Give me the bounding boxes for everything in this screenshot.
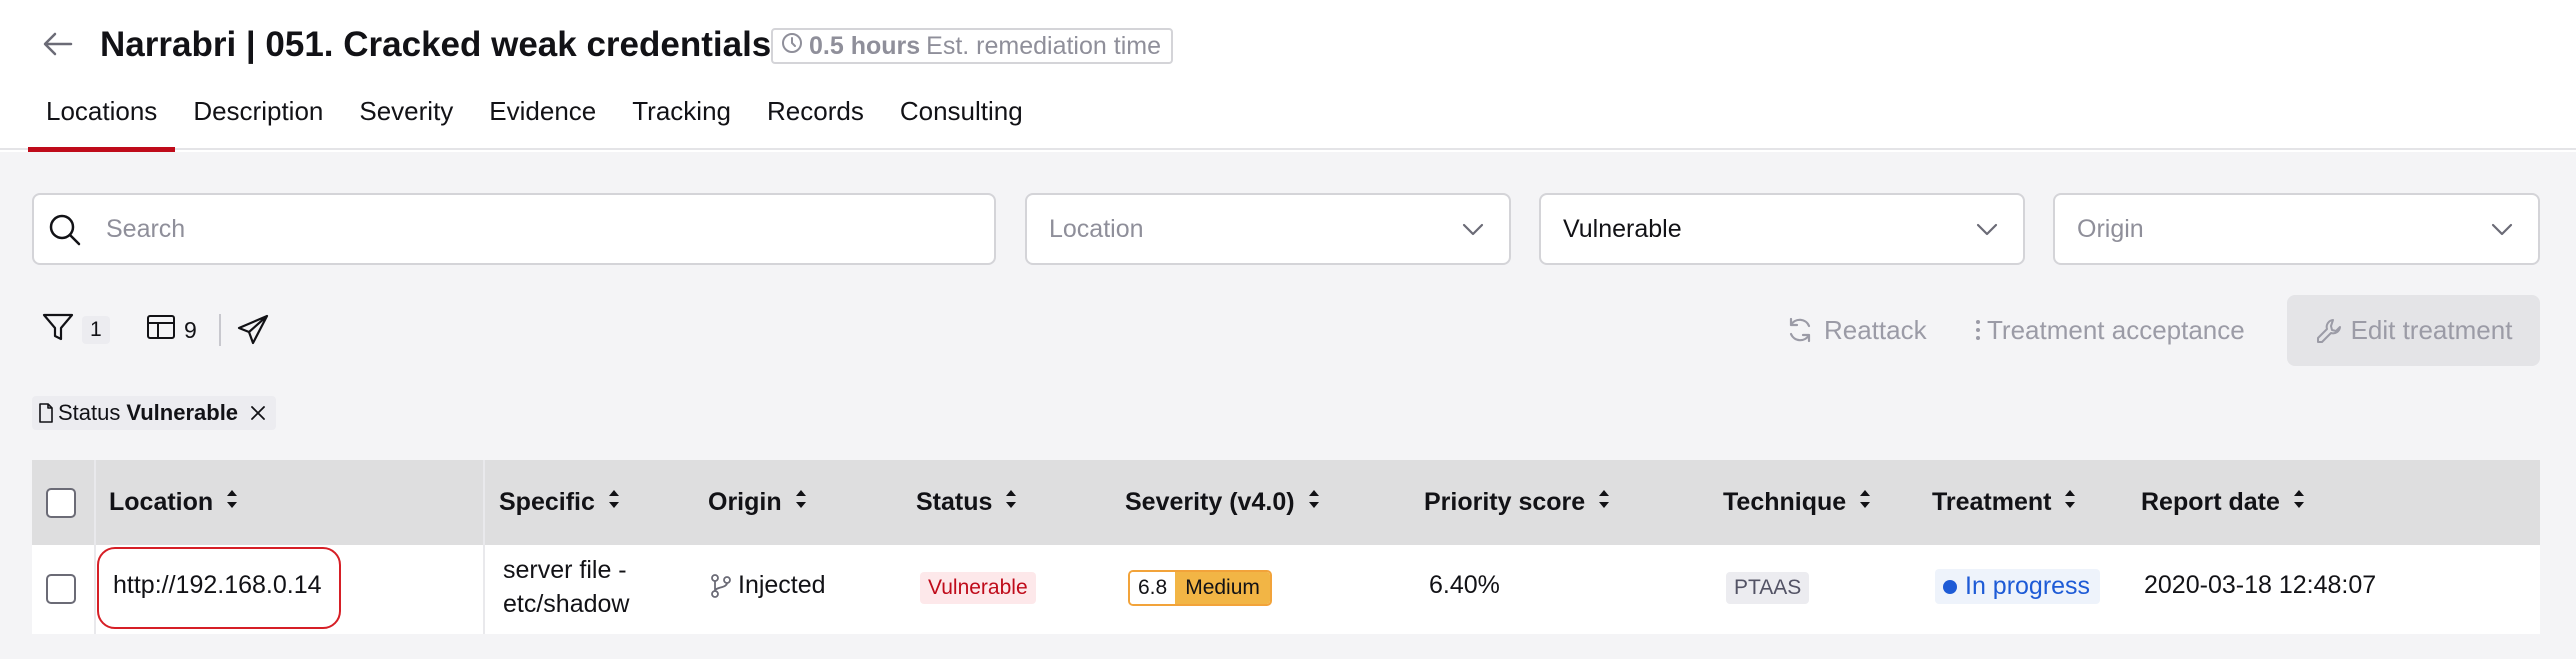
column-header-status[interactable]: Status <box>916 460 1018 545</box>
select-all-checkbox[interactable] <box>46 460 76 545</box>
severity-badge: 6.8 Medium <box>1128 570 1272 606</box>
column-header-origin[interactable]: Origin <box>708 460 808 545</box>
page-title: Narrabri | 051. Cracked weak credentials <box>100 25 772 64</box>
tab-records[interactable]: Records <box>749 92 882 150</box>
column-header-report-date[interactable]: Report date <box>2141 460 2306 545</box>
sort-icon <box>1597 488 1611 517</box>
column-header-technique[interactable]: Technique <box>1723 460 1872 545</box>
origin-cell: Injected <box>710 571 826 600</box>
search-placeholder: Search <box>106 214 186 243</box>
clock-icon <box>781 32 803 61</box>
search-input[interactable]: Search <box>32 193 996 265</box>
specific-cell: server file - etc/shadow <box>503 556 630 618</box>
tab-tracking[interactable]: Tracking <box>614 92 749 150</box>
treatment-acceptance-label: Treatment acceptance <box>1987 314 2245 345</box>
tab-evidence[interactable]: Evidence <box>471 92 614 150</box>
remediation-time-value: 0.5 hours <box>809 31 921 60</box>
chevron-down-icon <box>1975 217 1999 248</box>
sort-icon <box>1004 488 1018 517</box>
column-header-priority-score[interactable]: Priority score <box>1424 460 1611 545</box>
sort-icon <box>2292 488 2306 517</box>
location-placeholder: Location <box>1049 214 1144 243</box>
git-branch-icon <box>710 573 732 599</box>
severity-level: Medium <box>1175 572 1270 604</box>
status-badge: Vulnerable <box>920 572 1036 604</box>
close-icon[interactable] <box>250 405 266 421</box>
reattack-label: Reattack <box>1824 314 1927 345</box>
tab-severity[interactable]: Severity <box>341 92 471 150</box>
remediation-time-label: Est. remediation time <box>926 31 1161 60</box>
treatment-badge: In progress <box>1935 569 2101 604</box>
document-icon <box>38 403 54 423</box>
more-vertical-icon <box>1975 317 1981 343</box>
table-row[interactable]: http://192.168.0.14 server file - etc/sh… <box>32 545 2540 634</box>
column-divider <box>94 460 96 634</box>
remediation-time-badge: 0.5 hours Est. remediation time <box>771 28 1173 64</box>
priority-score-cell: 6.40% <box>1429 571 1500 599</box>
table-header: Location Specific Origin Status Severity… <box>32 460 2540 545</box>
tab-bar: Locations Description Severity Evidence … <box>28 92 1041 152</box>
active-filter-chip: Status Vulnerable <box>32 396 277 430</box>
page-header: Narrabri | 051. Cracked weak credentials… <box>0 0 2576 152</box>
filter-count: 1 <box>82 316 110 344</box>
filter-icon <box>42 312 74 348</box>
filter-button[interactable]: 1 <box>42 310 110 350</box>
origin-placeholder: Origin <box>2077 214 2144 243</box>
location-select[interactable]: Location <box>1025 193 1511 265</box>
tab-consulting[interactable]: Consulting <box>882 92 1041 150</box>
location-highlight-outline <box>97 547 341 629</box>
tab-locations[interactable]: Locations <box>28 92 176 152</box>
active-filter-value: Vulnerable <box>126 400 239 425</box>
column-divider <box>483 460 485 634</box>
column-header-specific[interactable]: Specific <box>499 460 621 545</box>
back-arrow-icon[interactable] <box>40 26 76 62</box>
sort-icon <box>607 488 621 517</box>
toolbar-divider <box>219 314 221 346</box>
sort-icon <box>2063 488 2077 517</box>
refresh-icon <box>1786 316 1814 344</box>
wrench-icon <box>2315 317 2343 345</box>
columns-button[interactable]: 9 <box>146 310 197 350</box>
chevron-down-icon <box>1461 217 1485 248</box>
tab-description[interactable]: Description <box>175 92 341 150</box>
origin-select[interactable]: Origin <box>2053 193 2540 265</box>
treatment-acceptance-button[interactable]: Treatment acceptance <box>1975 306 2245 354</box>
sort-icon <box>1858 488 1872 517</box>
column-header-severity[interactable]: Severity (v4.0) <box>1125 460 1321 545</box>
status-select-value: Vulnerable <box>1563 214 1682 243</box>
columns-count: 9 <box>184 316 197 343</box>
sort-icon <box>1307 488 1321 517</box>
reattack-button[interactable]: Reattack <box>1786 306 1927 354</box>
search-icon <box>48 213 82 254</box>
send-icon[interactable] <box>236 310 270 350</box>
active-filter-label: Status <box>58 400 121 425</box>
edit-treatment-button[interactable]: Edit treatment <box>2287 295 2540 366</box>
column-header-treatment[interactable]: Treatment <box>1932 460 2077 545</box>
sort-icon <box>794 488 808 517</box>
locations-table: Location Specific Origin Status Severity… <box>32 460 2540 634</box>
chevron-down-icon <box>2490 217 2514 248</box>
status-select[interactable]: Vulnerable <box>1539 193 2025 265</box>
sort-icon <box>225 488 239 517</box>
report-date-cell: 2020-03-18 12:48:07 <box>2144 571 2377 599</box>
technique-badge: PTAAS <box>1726 572 1810 604</box>
columns-icon <box>146 314 176 346</box>
severity-score: 6.8 <box>1130 572 1176 604</box>
edit-treatment-label: Edit treatment <box>2350 315 2513 345</box>
row-checkbox[interactable] <box>46 574 76 604</box>
column-header-location[interactable]: Location <box>109 460 239 545</box>
status-dot-icon <box>1943 579 1957 594</box>
